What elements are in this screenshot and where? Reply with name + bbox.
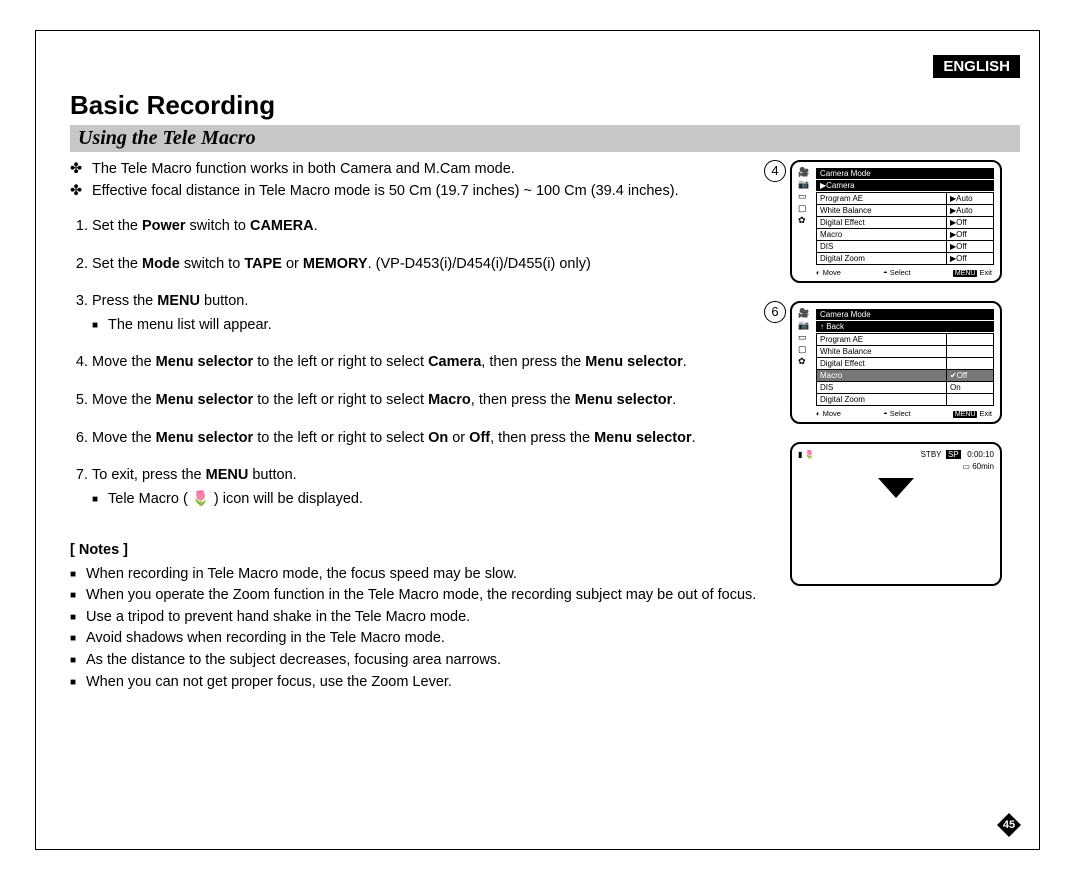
tape-remaining: 60min (972, 462, 994, 471)
note-item: Avoid shadows when recording in the Tele… (86, 629, 778, 649)
step-2: Set the Mode switch to TAPE or MEMORY. (… (92, 255, 778, 275)
step-6: Move the Menu selector to the left or ri… (92, 429, 778, 449)
battery-icon: ▮ (798, 450, 802, 459)
lcd-screen-4: 🎥 📷 ▭ ▢ ✿ Camera Mode ▶Camera Program AE… (790, 160, 1002, 283)
select-icon: ◓ (883, 409, 888, 418)
tape-icon: ▭ (962, 462, 970, 471)
callout-number-4: 4 (764, 160, 786, 182)
sp-badge: SP (946, 450, 961, 459)
intro-item: Effective focal distance in Tele Macro m… (92, 182, 778, 202)
step-4: Move the Menu selector to the left or ri… (92, 353, 778, 373)
tape-icon: ▭ (798, 192, 809, 201)
play-triangle-icon (878, 478, 914, 498)
lcd-status-screen: ▮ 🌷 STBY SP 0:00:10 ▭ 60min (790, 442, 1002, 586)
menu-chip: MENU (953, 270, 978, 277)
gear-icon: ✿ (798, 357, 809, 366)
stby-label: STBY (921, 450, 942, 459)
move-icon: ◐ (816, 409, 821, 418)
gear-icon: ✿ (798, 216, 809, 225)
steps-list: Set the Power switch to CAMERA. Set the … (70, 217, 778, 509)
camera-icon: 📷 (798, 180, 809, 189)
lcd-screen-6: 🎥 📷 ▭ ▢ ✿ Camera Mode ↑ Back Program AE … (790, 301, 1002, 424)
camera-icon: 📷 (798, 321, 809, 330)
intro-list: The Tele Macro function works in both Ca… (70, 160, 778, 201)
section-subtitle: Using the Tele Macro (78, 127, 256, 149)
tape-icon: ▭ (798, 333, 809, 342)
move-icon: ◐ (816, 268, 821, 277)
note-item: When you operate the Zoom function in th… (86, 586, 778, 606)
select-icon: ◓ (883, 268, 888, 277)
step-5: Move the Menu selector to the left or ri… (92, 391, 778, 411)
menu-crumb: ▶Camera (816, 180, 994, 191)
step-1: Set the Power switch to CAMERA. (92, 217, 778, 237)
language-badge: ENGLISH (933, 55, 1020, 78)
note-item: As the distance to the subject decreases… (86, 651, 778, 671)
page-title: Basic Recording (70, 90, 1040, 121)
intro-item: The Tele Macro function works in both Ca… (92, 160, 778, 180)
step-3-sub: The menu list will appear. (92, 316, 778, 336)
notes-heading: [ Notes ] (70, 541, 778, 561)
note-item: Use a tripod to prevent hand shake in th… (86, 608, 778, 628)
menu-title: Camera Mode (816, 168, 994, 179)
camcorder-icon: 🎥 (798, 309, 809, 318)
menu-table: Program AE White Balance Digital Effect … (816, 333, 994, 406)
callout-number-6: 6 (764, 301, 786, 323)
memory-icon: ▢ (798, 345, 809, 354)
section-subtitle-bar: Using the Tele Macro (70, 125, 1020, 152)
note-item: When you can not get proper focus, use t… (86, 673, 778, 693)
menu-table: Program AE▶Auto White Balance▶Auto Digit… (816, 192, 994, 265)
step-7-sub: Tele Macro ( 🌷 ) icon will be displayed. (92, 490, 778, 510)
page-number-badge: 45 (996, 812, 1022, 838)
page-number: 45 (996, 812, 1022, 838)
step-3: Press the MENU button. The menu list wil… (92, 292, 778, 335)
step-7: To exit, press the MENU button. Tele Mac… (92, 466, 778, 509)
menu-title: Camera Mode (816, 309, 994, 320)
note-item: When recording in Tele Macro mode, the f… (86, 565, 778, 585)
menu-chip: MENU (953, 411, 978, 418)
tele-macro-icon: 🌷 (805, 450, 815, 459)
camcorder-icon: 🎥 (798, 168, 809, 177)
menu-crumb-back: ↑ Back (816, 321, 994, 332)
memory-icon: ▢ (798, 204, 809, 213)
notes-list: When recording in Tele Macro mode, the f… (70, 565, 778, 692)
menu-row-selected: Macro✔Off (817, 370, 994, 382)
timecode: 0:00:10 (967, 450, 994, 459)
